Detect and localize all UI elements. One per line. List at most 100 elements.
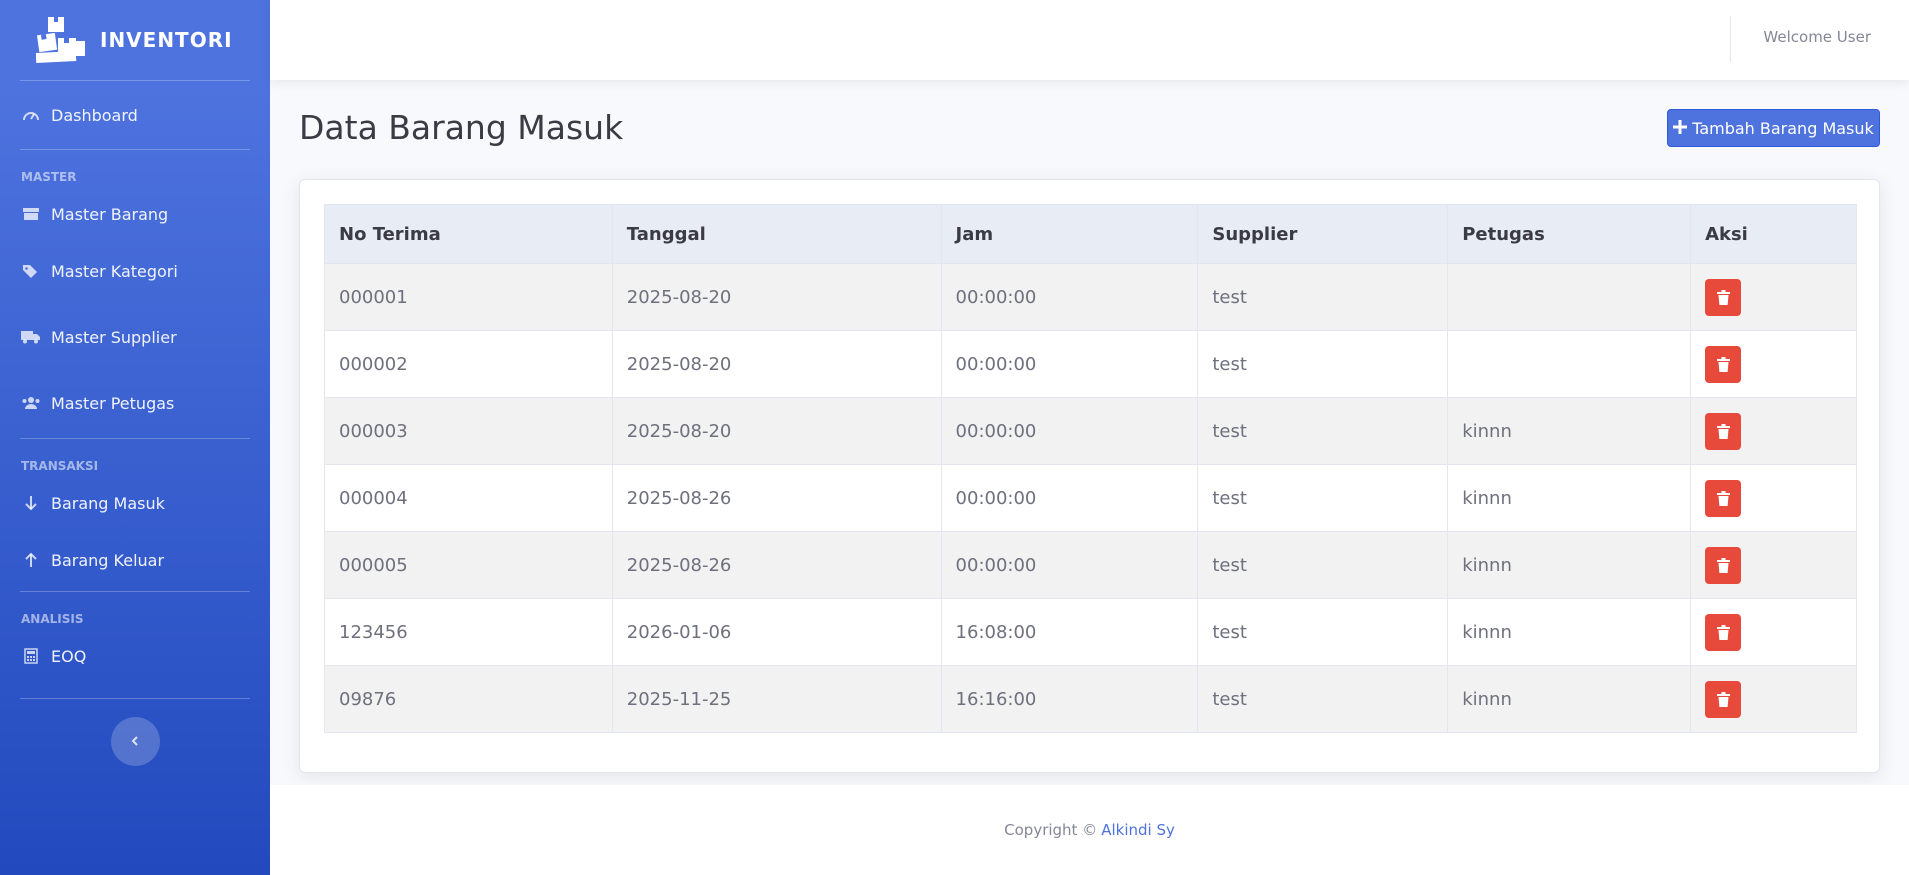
table-cell: 2025-08-20	[611, 263, 942, 331]
sidebar-item-label: Barang Masuk	[51, 493, 165, 513]
table-cell: kinnn	[1447, 464, 1692, 532]
sidebar-item-master-kategori[interactable]: Master Kategori	[0, 238, 270, 304]
table-cell: 2026-01-06	[611, 598, 942, 666]
page-title: Data Barang Masuk	[299, 108, 624, 147]
column-header[interactable]: No Terima	[324, 204, 613, 264]
table-cell: 000002	[324, 330, 613, 398]
tags-icon	[21, 263, 41, 279]
table-row: 000001 2025-08-20 00:00:00 test	[324, 263, 1857, 331]
column-header[interactable]: Tanggal	[611, 204, 942, 264]
column-header: Aksi	[1690, 204, 1857, 264]
table-row: 123456 2026-01-06 16:08:00 test kinnn	[324, 598, 1857, 666]
arrow-down-icon	[21, 495, 41, 511]
brand-name: INVENTORI	[100, 28, 233, 52]
table-cell: test	[1197, 330, 1449, 398]
table-row: 000005 2025-08-26 00:00:00 test kinnn	[324, 531, 1857, 599]
sidebar-item-master-barang[interactable]: Master Barang	[0, 190, 270, 238]
sidebar-item-label: EOQ	[51, 646, 87, 666]
add-button-label: Tambah Barang Masuk	[1692, 118, 1874, 138]
sidebar-item-barang-masuk[interactable]: Barang Masuk	[0, 479, 270, 527]
table-cell: 000003	[324, 397, 613, 465]
action-cell	[1690, 531, 1857, 599]
table-cell: 00:00:00	[940, 531, 1199, 599]
sidebar-item-label: Master Petugas	[51, 393, 175, 413]
trash-icon	[1716, 691, 1730, 707]
table-cell: test	[1197, 397, 1449, 465]
trash-icon	[1716, 356, 1730, 372]
table-row: 000003 2025-08-20 00:00:00 test kinnn	[324, 397, 1857, 465]
table-cell: 2025-08-20	[611, 330, 942, 398]
sidebar-item-master-supplier[interactable]: Master Supplier	[0, 304, 270, 370]
table-row: 09876 2025-11-25 16:16:00 test kinnn	[324, 665, 1857, 733]
sidebar-item-barang-keluar[interactable]: Barang Keluar	[0, 527, 270, 593]
action-cell	[1690, 598, 1857, 666]
trash-icon	[1716, 423, 1730, 439]
table-cell: 000005	[324, 531, 613, 599]
table-header-row: No Terima Tanggal Jam Supplier Petugas A…	[324, 204, 1857, 264]
user-welcome[interactable]: Welcome User	[1763, 28, 1871, 46]
table-cell: test	[1197, 464, 1449, 532]
table-cell: kinnn	[1447, 665, 1692, 733]
calculator-icon	[21, 648, 41, 664]
add-barang-masuk-button[interactable]: Tambah Barang Masuk	[1667, 109, 1880, 147]
topbar: Welcome User	[270, 0, 1909, 80]
copyright-text: Copyright ©	[1004, 821, 1098, 839]
delete-button[interactable]	[1705, 412, 1742, 450]
delete-button[interactable]	[1705, 278, 1742, 316]
sidebar-heading-transaksi: TRANSAKSI	[21, 459, 99, 473]
author-link[interactable]: Alkindi Sy	[1101, 821, 1175, 839]
table-cell: test	[1197, 665, 1449, 733]
table-cell: 00:00:00	[940, 330, 1199, 398]
topbar-divider	[1730, 16, 1731, 62]
footer: Copyright © Alkindi Sy	[270, 785, 1909, 875]
column-header[interactable]: Supplier	[1197, 204, 1449, 264]
table-cell: 2025-11-25	[611, 665, 942, 733]
trash-icon	[1716, 557, 1730, 573]
data-card: No Terima Tanggal Jam Supplier Petugas A…	[299, 179, 1880, 773]
table-cell: test	[1197, 531, 1449, 599]
delete-button[interactable]	[1705, 680, 1742, 718]
users-icon	[21, 395, 41, 411]
sidebar-item-label: Master Supplier	[51, 327, 177, 347]
barang-masuk-table: No Terima Tanggal Jam Supplier Petugas A…	[324, 204, 1857, 733]
table-cell: 00:00:00	[940, 397, 1199, 465]
table-cell: 00:00:00	[940, 464, 1199, 532]
sidebar-item-dashboard[interactable]: Dashboard	[0, 81, 270, 149]
sidebar-divider	[20, 149, 250, 150]
trash-icon	[1716, 289, 1730, 305]
sidebar-item-label: Master Kategori	[51, 261, 178, 281]
trash-icon	[1716, 490, 1730, 506]
column-header[interactable]: Jam	[940, 204, 1199, 264]
action-cell	[1690, 330, 1857, 398]
table-cell: 2025-08-26	[611, 464, 942, 532]
action-cell	[1690, 263, 1857, 331]
sidebar-item-master-petugas[interactable]: Master Petugas	[0, 370, 270, 436]
table-cell: kinnn	[1447, 531, 1692, 599]
table-row: 000004 2025-08-26 00:00:00 test kinnn	[324, 464, 1857, 532]
truck-icon	[21, 329, 41, 345]
brand[interactable]: INVENTORI	[0, 0, 270, 80]
tachometer-icon	[21, 107, 41, 123]
sidebar: INVENTORI Dashboard MASTER Master Barang…	[0, 0, 270, 875]
table-cell: 123456	[324, 598, 613, 666]
table-cell	[1447, 263, 1692, 331]
sidebar-item-eoq[interactable]: EOQ	[0, 632, 270, 680]
sidebar-toggle-button[interactable]	[110, 717, 160, 766]
table-cell: test	[1197, 263, 1449, 331]
delete-button[interactable]	[1705, 479, 1742, 517]
plus-icon	[1673, 118, 1688, 139]
delete-button[interactable]	[1705, 345, 1742, 383]
column-header[interactable]: Petugas	[1447, 204, 1692, 264]
table-cell: 2025-08-20	[611, 397, 942, 465]
table-cell: kinnn	[1447, 598, 1692, 666]
table-cell: 09876	[324, 665, 613, 733]
sidebar-divider	[20, 591, 250, 592]
table-cell: 2025-08-26	[611, 531, 942, 599]
table-cell: 000001	[324, 263, 613, 331]
delete-button[interactable]	[1705, 613, 1742, 651]
delete-button[interactable]	[1705, 546, 1742, 584]
action-cell	[1690, 464, 1857, 532]
sidebar-heading-analisis: ANALISIS	[21, 612, 84, 626]
table-cell: kinnn	[1447, 397, 1692, 465]
action-cell	[1690, 665, 1857, 733]
